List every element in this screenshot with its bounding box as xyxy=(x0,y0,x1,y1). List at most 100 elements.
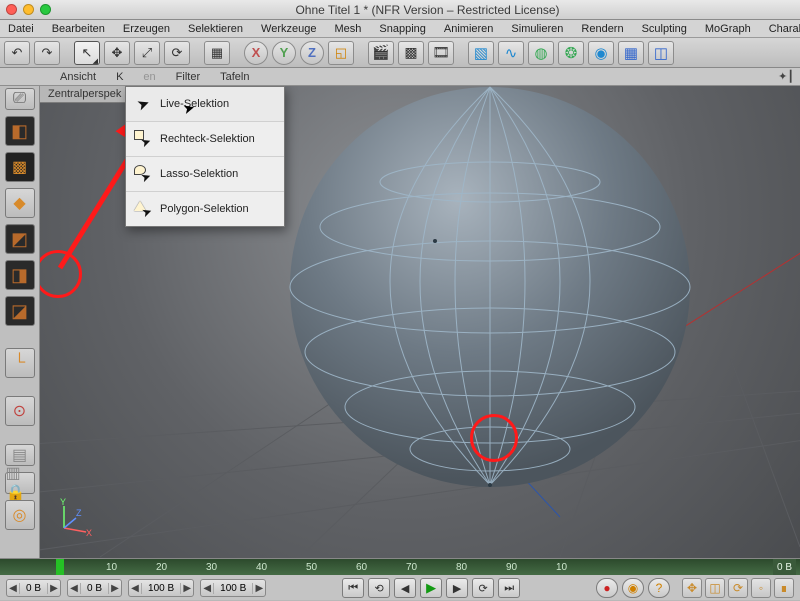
render-region-button[interactable]: ▩ xyxy=(398,41,424,65)
popup-item-polygon-selektion[interactable]: ➤ Polygon-Selektion xyxy=(126,192,284,226)
add-deformer-button[interactable]: ❂ xyxy=(558,41,584,65)
popup-item-rechteck-selektion[interactable]: ➤ Rechteck-Selektion xyxy=(126,122,284,157)
main-menubar: Datei Bearbeiten Erzeugen Selektieren We… xyxy=(0,20,800,38)
menu-charakter[interactable]: Charak xyxy=(765,22,800,36)
add-light-button[interactable]: ◫ xyxy=(648,41,674,65)
selection-tool-popup: ➤ Live-Selektion ➤ Rechteck-Selektion ➤ … xyxy=(125,86,285,227)
step-fwd-button[interactable]: ▶ xyxy=(446,578,468,598)
lock-y-axis[interactable]: Y xyxy=(272,41,296,65)
traffic-lights xyxy=(6,4,51,15)
popup-item-live-selektion[interactable]: ➤ Live-Selektion xyxy=(126,87,284,122)
popup-item-label: Lasso-Selektion xyxy=(160,168,238,180)
render-settings-button[interactable]: 🎞 xyxy=(428,41,454,65)
popup-item-lasso-selektion[interactable]: ➤ Lasso-Selektion xyxy=(126,157,284,192)
scale-tool[interactable]: ⤢ xyxy=(134,41,160,65)
axis-gizmo: Y X Z xyxy=(54,498,94,538)
key-param-button[interactable]: ◦ xyxy=(751,578,771,598)
menu-rendern[interactable]: Rendern xyxy=(577,22,627,36)
keyframe-buttons: ● ◉ ? xyxy=(596,578,670,598)
lock-x-axis[interactable]: X xyxy=(244,41,268,65)
view-menu-filter[interactable]: Filter xyxy=(176,71,200,83)
popup-item-label: Rechteck-Selektion xyxy=(160,133,255,145)
main-toolbar: ↶ ↷ ↖◢ ✥ ⤢ ⟳ ▦ X Y Z ◱ 🎬 ▩ 🎞 ▧ ∿ ◍ ❂ ◉ ▦… xyxy=(0,38,800,68)
prev-key-button[interactable]: ⟲ xyxy=(368,578,390,598)
view-menu-tafeln[interactable]: Tafeln xyxy=(220,71,249,83)
menu-snapping[interactable]: Snapping xyxy=(375,22,430,36)
viewport-menubar: Ansicht K en Filter Tafeln ✦┃ xyxy=(0,68,800,86)
timeline-tick: 20 xyxy=(156,562,206,573)
coord-system-button[interactable]: ◱ xyxy=(328,41,354,65)
add-cube-button[interactable]: ▧ xyxy=(468,41,494,65)
close-window-button[interactable] xyxy=(6,4,17,15)
view-menu-kameras[interactable]: K xyxy=(116,71,123,83)
timeline-playhead[interactable] xyxy=(56,559,64,575)
menu-erzeugen[interactable]: Erzeugen xyxy=(119,22,174,36)
go-end-button[interactable]: ⏭ xyxy=(498,578,520,598)
keyframe-options-button[interactable]: ? xyxy=(648,578,670,598)
live-selection-tool[interactable]: ↖◢ xyxy=(74,41,100,65)
rectangle-select-icon: ➤ xyxy=(134,130,152,148)
zoom-window-button[interactable] xyxy=(40,4,51,15)
menu-selektieren[interactable]: Selektieren xyxy=(184,22,247,36)
timeline-tick: 10 xyxy=(556,562,606,573)
frame-end-field[interactable]: ◀100 B▶ xyxy=(128,579,194,597)
viewport-solo[interactable]: ◎ xyxy=(5,500,35,530)
key-position-button[interactable]: ✥ xyxy=(682,578,702,598)
pointer-icon: ➤ xyxy=(134,95,152,113)
frame-total-field[interactable]: ◀100 B▶ xyxy=(200,579,266,597)
add-spline-button[interactable]: ∿ xyxy=(498,41,524,65)
frame-current-field[interactable]: ◀0 B▶ xyxy=(67,579,122,597)
texture-mode[interactable]: ▩ xyxy=(5,152,35,182)
soft-select-2[interactable]: ▥🔒 xyxy=(5,472,35,494)
key-rotation-button[interactable]: ⟳ xyxy=(728,578,748,598)
key-pla-button[interactable]: ∎ xyxy=(774,578,794,598)
workplane-mode[interactable]: ◆ xyxy=(5,188,35,218)
polygons-mode[interactable]: ◪ xyxy=(5,296,35,326)
playback-buttons: ⏮ ⟲ ◀ ▶ ▶ ⟳ ⏭ xyxy=(342,578,520,598)
edges-mode[interactable]: ◨ xyxy=(5,260,35,290)
timeline-ruler[interactable]: 0 10 20 30 40 50 60 70 80 90 10 0 B xyxy=(0,559,800,575)
step-back-button[interactable]: ◀ xyxy=(394,578,416,598)
recent-tool[interactable]: ▦ xyxy=(204,41,230,65)
menu-sculpting[interactable]: Sculpting xyxy=(638,22,691,36)
timeline-end-label: 0 B xyxy=(773,559,796,575)
key-scale-button[interactable]: ◫ xyxy=(705,578,725,598)
undo-button[interactable]: ↶ xyxy=(4,41,30,65)
rotate-tool[interactable]: ⟳ xyxy=(164,41,190,65)
perspective-viewport[interactable]: Zentralperspek ➤ Live-Selektion ➤ Rechte… xyxy=(40,86,800,558)
axis-mode[interactable]: └ xyxy=(5,348,35,378)
menu-animieren[interactable]: Animieren xyxy=(440,22,498,36)
menu-mograph[interactable]: MoGraph xyxy=(701,22,755,36)
timeline-tick: 60 xyxy=(356,562,406,573)
timeline-tick: 90 xyxy=(506,562,556,573)
polygon-select-icon: ➤ xyxy=(134,200,152,218)
menu-mesh[interactable]: Mesh xyxy=(330,22,365,36)
add-camera-button[interactable]: ▦ xyxy=(618,41,644,65)
make-editable-button[interactable]: ⎚ xyxy=(5,88,35,110)
autokey-button[interactable]: ◉ xyxy=(622,578,644,598)
timeline-tick: 50 xyxy=(306,562,356,573)
move-tool[interactable]: ✥ xyxy=(104,41,130,65)
go-start-button[interactable]: ⏮ xyxy=(342,578,364,598)
model-mode[interactable]: ◧ xyxy=(5,116,35,146)
play-button[interactable]: ▶ xyxy=(420,578,442,598)
points-mode[interactable]: ◩ xyxy=(5,224,35,254)
lock-z-axis[interactable]: Z xyxy=(300,41,324,65)
snap-toggle[interactable]: ⊙ xyxy=(5,396,35,426)
record-button[interactable]: ● xyxy=(596,578,618,598)
menu-simulieren[interactable]: Simulieren xyxy=(507,22,567,36)
frame-start-field[interactable]: ◀0 B▶ xyxy=(6,579,61,597)
minimize-window-button[interactable] xyxy=(23,4,34,15)
menu-werkzeuge[interactable]: Werkzeuge xyxy=(257,22,320,36)
render-view-button[interactable]: 🎬 xyxy=(368,41,394,65)
menu-bearbeiten[interactable]: Bearbeiten xyxy=(48,22,109,36)
redo-button[interactable]: ↷ xyxy=(34,41,60,65)
viewport-config-icon[interactable]: ✦┃ xyxy=(778,70,794,83)
mode-toolbar: ⎚ ◧ ▩ ◆ ◩ ◨ ◪ └ ⊙ ▤ ▥🔒 ◎ xyxy=(0,86,40,558)
view-menu-ansicht[interactable]: Ansicht xyxy=(60,71,96,83)
menu-datei[interactable]: Datei xyxy=(4,22,38,36)
key-channel-buttons: ✥ ◫ ⟳ ◦ ∎ xyxy=(682,578,794,598)
add-generator-button[interactable]: ◍ xyxy=(528,41,554,65)
next-key-button[interactable]: ⟳ xyxy=(472,578,494,598)
add-environment-button[interactable]: ◉ xyxy=(588,41,614,65)
